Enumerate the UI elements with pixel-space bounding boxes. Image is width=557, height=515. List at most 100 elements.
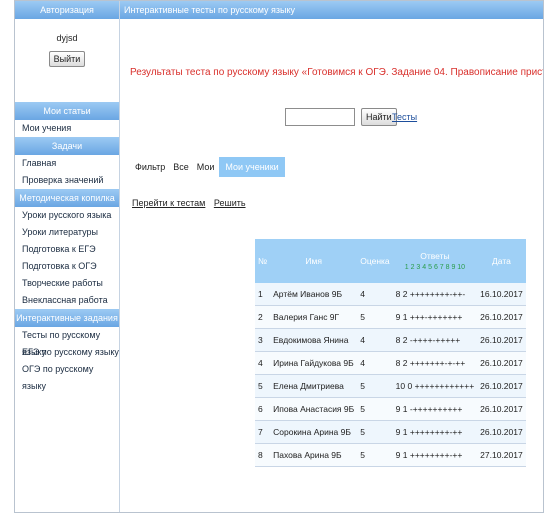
cell-grade: 4 — [357, 328, 393, 352]
sidebar-sections: Мои статьи Мои учения Задачи Главная Проверк… — [15, 102, 119, 391]
table-row: 3 Евдокимова Янина 4 8 2 -++++-+++++ 26.10.2… — [255, 328, 526, 352]
cell-grade: 5 — [357, 374, 393, 398]
cell-num: 7 — [255, 420, 271, 444]
cell-num: 3 — [255, 328, 271, 352]
sidebar-link[interactable]: Тесты по русскому языку — [15, 327, 119, 357]
results-table: № Имя Оценка Ответы 1 2 3 4 5 6 7 8 9 10… — [255, 239, 526, 467]
search-input[interactable] — [285, 108, 355, 126]
filter-0[interactable]: Фильтр — [132, 157, 168, 177]
cell-answers: 9 1 ++++++++-++ — [392, 443, 478, 467]
table-row: 1 Артём Иванов 9Б 4 8 2 ++++++++-++- 16.10.2… — [255, 283, 526, 306]
col-grade-header: Оценка — [357, 239, 393, 283]
sidebar-link[interactable]: Проверка значений — [15, 172, 119, 189]
cell-answers: 8 2 ++++++++-++- — [392, 283, 478, 306]
sidebar-header-login: Авторизация — [15, 1, 119, 19]
sidebar-link[interactable]: Подготовка к ОГЭ — [15, 258, 119, 275]
cell-name: Валерия Ганс 9Г — [270, 305, 358, 329]
col-date-header: Дата — [477, 239, 526, 283]
sidebar-link[interactable]: Уроки литературы — [15, 224, 119, 241]
cell-name: Ипова Анастасия 9Б — [270, 397, 358, 421]
cell-num: 5 — [255, 374, 271, 398]
cell-date: 26.10.2017 — [477, 397, 526, 421]
cell-name: Пахова Арина 9Б — [270, 443, 358, 467]
cell-name: Сорокина Арина 9Б — [270, 420, 358, 444]
cell-answers: 8 2 +++++++-+-++ — [392, 351, 478, 375]
cell-name: Ирина Гайдукова 9Б — [270, 351, 358, 375]
cell-answer-marks: 1 ++++++++-++ — [402, 427, 463, 437]
login-panel: dyjsd Выйти — [15, 19, 119, 102]
cell-answer-marks: 0 ++++++++++++ — [407, 381, 475, 391]
sidebar-link[interactable]: ОГЭ по русскому языку — [15, 361, 119, 391]
cell-grade: 5 — [357, 305, 393, 329]
col-name-header: Имя — [270, 239, 358, 283]
col-num-header: № — [255, 239, 271, 283]
cell-answers: 9 1 +++-+++++++ — [392, 305, 478, 329]
main-content: Результаты теста по русскому языку «Гото… — [120, 19, 543, 512]
cell-answers: 9 1 -++++++++++ — [392, 397, 478, 421]
cell-date: 26.10.2017 — [477, 328, 526, 352]
table-row: 4 Ирина Гайдукова 9Б 4 8 2 +++++++-+-++ 26.1… — [255, 351, 526, 375]
cell-num: 2 — [255, 305, 271, 329]
cell-num: 4 — [255, 351, 271, 375]
cell-name: Евдокимова Янина — [270, 328, 358, 352]
sidebar-link[interactable]: ЕГЭ по русскому языку — [15, 344, 119, 361]
col-answers-header: Ответы 1 2 3 4 5 6 7 8 9 10 — [392, 239, 478, 283]
table-row: 8 Пахова Арина 9Б 5 9 1 ++++++++-++ 27.10.20… — [255, 443, 526, 467]
table-header-row: № Имя Оценка Ответы 1 2 3 4 5 6 7 8 9 10… — [255, 239, 526, 283]
cell-grade: 4 — [357, 351, 393, 375]
cell-score: 10 — [395, 381, 406, 391]
filter-3[interactable]: Мои ученики — [219, 157, 285, 177]
sidebar-link[interactable]: Главная — [15, 155, 119, 172]
cell-grade: 5 — [357, 443, 393, 467]
cell-answer-marks: 1 ++++++++-++ — [402, 450, 463, 460]
cell-date: 26.10.2017 — [477, 420, 526, 444]
cell-num: 8 — [255, 443, 271, 467]
sidebar: Авторизация dyjsd Выйти Мои статьи Мои уч… — [15, 1, 120, 512]
sidebar-link[interactable]: Творческие работы — [15, 275, 119, 292]
cell-answer-marks: 1 +++-+++++++ — [402, 312, 463, 322]
sidebar-section-header: Задачи — [15, 137, 119, 155]
exit-button[interactable]: Выйти — [48, 51, 86, 67]
cell-answer-marks: 1 -++++++++++ — [402, 404, 463, 414]
table-row: 2 Валерия Ганс 9Г 5 9 1 +++-+++++++ 26.10.20… — [255, 305, 526, 329]
filter-bar: Фильтр Все Мои Мои ученики — [132, 157, 287, 177]
sidebar-link[interactable]: Уроки русского языка — [15, 207, 119, 224]
cell-grade: 5 — [357, 397, 393, 421]
cell-date: 26.10.2017 — [477, 351, 526, 375]
sidebar-link[interactable]: Подготовка к ЕГЭ — [15, 241, 119, 258]
result-title: Результаты теста по русскому языку «Гото… — [130, 67, 543, 78]
solve-link[interactable]: Решить — [214, 198, 246, 208]
cell-date: 26.10.2017 — [477, 305, 526, 329]
tests-link[interactable]: Тесты — [392, 112, 417, 122]
filter-2[interactable]: Мои — [194, 157, 218, 177]
table-row: 6 Ипова Анастасия 9Б 5 9 1 -++++++++++ 26.10… — [255, 397, 526, 421]
cell-date: 26.10.2017 — [477, 374, 526, 398]
cell-answer-marks: 2 ++++++++-++- — [402, 289, 466, 299]
cell-date: 16.10.2017 — [477, 283, 526, 306]
cell-name: Артём Иванов 9Б — [270, 283, 358, 306]
filter-1[interactable]: Все — [170, 157, 192, 177]
cell-answers: 10 0 ++++++++++++ — [392, 374, 478, 398]
go-to-tests-link[interactable]: Перейти к тестам — [132, 198, 205, 208]
sidebar-section-header: Интерактивные задания — [15, 309, 119, 327]
cell-grade: 4 — [357, 283, 393, 306]
cell-grade: 5 — [357, 420, 393, 444]
cell-name: Елена Дмитриева — [270, 374, 358, 398]
sidebar-link[interactable]: Мои учения — [15, 120, 119, 137]
cell-num: 6 — [255, 397, 271, 421]
cell-date: 27.10.2017 — [477, 443, 526, 467]
cell-answer-marks: 2 +++++++-+-++ — [402, 358, 466, 368]
username: dyjsd — [56, 33, 78, 43]
sidebar-link[interactable]: Внеклассная работа — [15, 292, 119, 309]
top-bar: Интерактивные тесты по русскому языку — [120, 1, 543, 19]
table-body: 1 Артём Иванов 9Б 4 8 2 ++++++++-++- 16.10.2… — [255, 283, 526, 467]
sidebar-section-header: Методическая копилка — [15, 189, 119, 207]
cell-answer-marks: 2 -++++-+++++ — [402, 335, 461, 345]
cell-answers: 9 1 ++++++++-++ — [392, 420, 478, 444]
cell-answers: 8 2 -++++-+++++ — [392, 328, 478, 352]
sidebar-section-header: Мои статьи — [15, 102, 119, 120]
cell-num: 1 — [255, 283, 271, 306]
answers-header-label: Ответы — [420, 251, 450, 261]
question-numbers: 1 2 3 4 5 6 7 8 9 10 — [404, 264, 466, 271]
table-row: 7 Сорокина Арина 9Б 5 9 1 ++++++++-++ 26.10.… — [255, 420, 526, 444]
